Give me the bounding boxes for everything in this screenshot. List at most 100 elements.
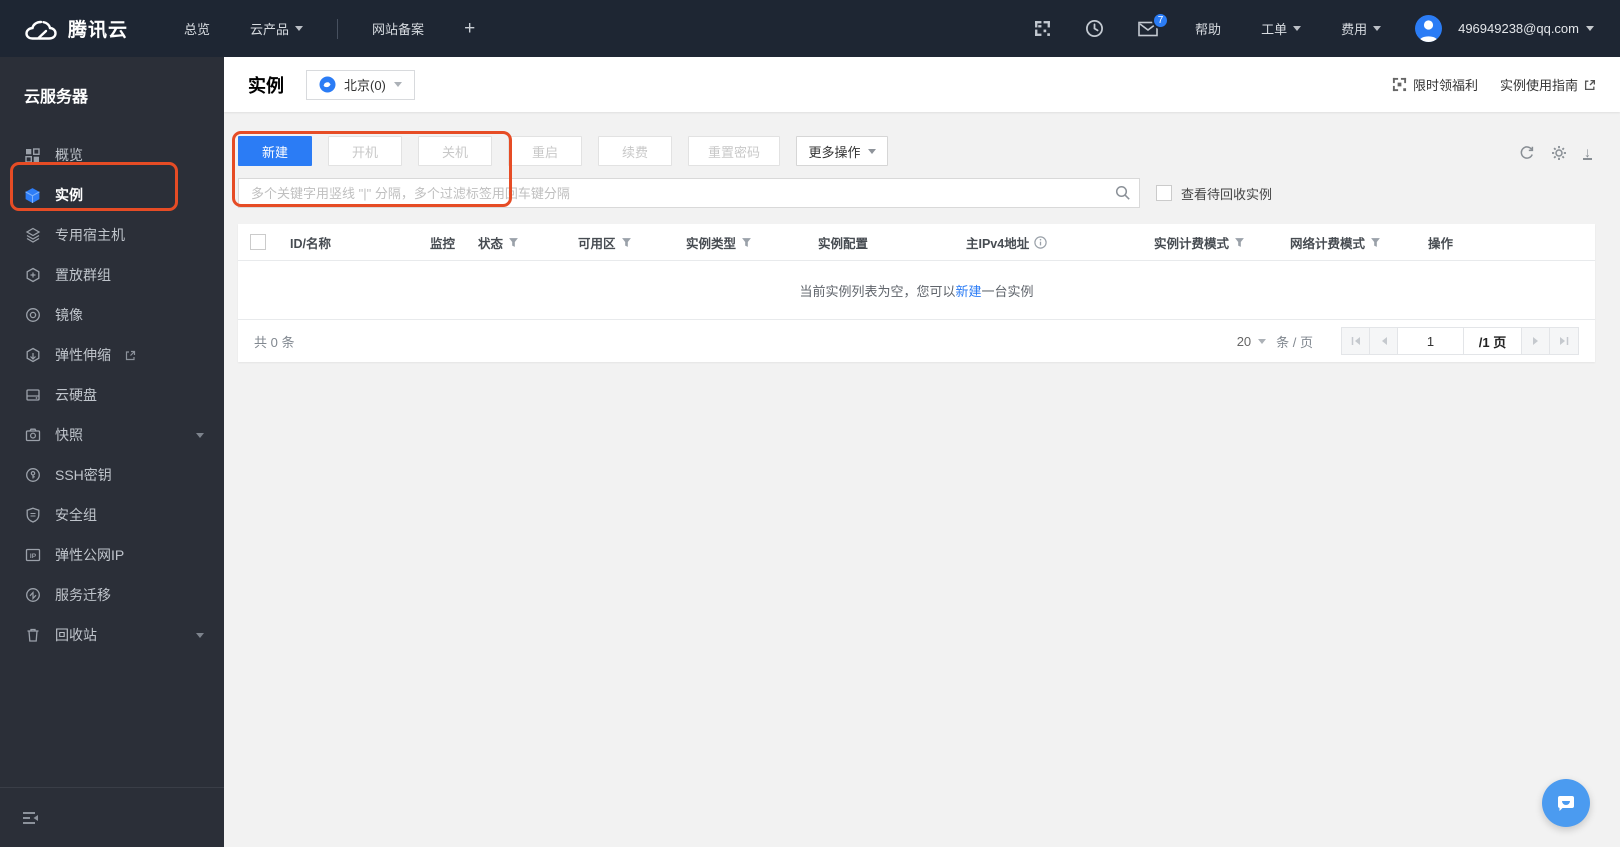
filter-funnel-icon[interactable] [1370,237,1381,248]
instance-cube-icon [24,187,41,204]
sidebar-item-label: 镜像 [55,307,83,323]
chevron-down-icon [295,26,304,31]
column-instance-type: 实例类型 [686,233,818,252]
nav-item-website-beian[interactable]: 网站备案 [372,19,424,38]
column-zone: 可用区 [578,233,686,252]
sidebar-item-label: 安全组 [55,507,97,523]
total-pages-label: /1 页 [1464,328,1522,354]
sidebar-item-label: 服务迁移 [55,587,111,603]
column-config: 实例配置 [818,236,869,251]
filter-funnel-icon[interactable] [1234,237,1245,248]
next-page-button[interactable] [1522,328,1550,354]
sidebar-item-overview[interactable]: 概览 [0,135,224,175]
chat-bubble-icon [1558,796,1574,811]
cloud-logo-icon [25,20,57,40]
sidebar-item-service-migration[interactable]: 服务迁移 [0,575,224,615]
download-icon[interactable]: ↓ [1583,145,1592,160]
sidebar-item-auto-scaling[interactable]: 弹性伸缩 [0,335,224,375]
messages-mail-icon[interactable]: 7 [1138,11,1170,37]
recycle-checkbox[interactable] [1156,185,1172,201]
restart-button[interactable]: 重启 [508,136,582,166]
nav-item-cloud-products[interactable]: 云产品 [250,19,304,38]
sidebar-menu: 概览 实例 专用宿主机 置放群组 镜像 弹性伸缩 云硬盘 快照 SSH密钥 安全… [0,135,224,655]
search-box [238,178,1140,208]
sidebar-item-cloud-disks[interactable]: 云硬盘 [0,375,224,415]
chevron-down-icon[interactable] [196,632,204,638]
nav-item-ticket[interactable]: 工单 [1261,19,1302,38]
sidebar-product-title: 云服务器 [24,89,89,106]
history-clock-icon[interactable] [1085,19,1104,38]
top-navbar: 腾讯云 总览 云产品 网站备案 + 7 帮助 工单 费用 496949238@q… [0,0,1620,57]
last-page-button[interactable] [1550,328,1578,354]
chevron-down-icon[interactable] [196,432,204,438]
column-id-name: ID/名称 [290,236,331,251]
user-avatar [1415,15,1443,42]
previous-page-button[interactable] [1370,328,1398,354]
cloud-disk-icon [24,387,41,404]
instance-table: ID/名称 监控 状态 可用区 实例类型 实例配置 主IPv4地址 实例计费模式… [238,224,1595,362]
refresh-icon[interactable] [1519,145,1535,161]
sidebar-item-dedicated-hosts[interactable]: 专用宿主机 [0,215,224,255]
sidebar-item-security-groups[interactable]: 安全组 [0,495,224,535]
eip-icon: IP [24,547,41,564]
first-page-button[interactable] [1342,328,1370,354]
sidebar-item-recycle-bin[interactable]: 回收站 [0,615,224,655]
chevron-down-icon [1586,26,1594,31]
sidebar-item-label: 回收站 [55,627,97,643]
nav-item-help[interactable]: 帮助 [1195,19,1221,38]
page-title: 实例 [248,75,284,96]
account-menu[interactable]: 496949238@qq.com [1415,15,1594,42]
filter-funnel-icon[interactable] [508,237,519,248]
reset-password-button[interactable]: 重置密码 [688,136,780,166]
brand-name: 腾讯云 [68,20,129,41]
power-on-button[interactable]: 开机 [328,136,402,166]
filter-funnel-icon[interactable] [621,237,632,248]
svg-text:IP: IP [29,553,36,560]
search-icon[interactable] [1115,185,1131,206]
sidebar-item-label: 置放群组 [55,267,111,283]
sidebar-item-label: 弹性伸缩 [55,347,111,363]
chat-support-button[interactable] [1542,779,1590,827]
qr-code-icon[interactable] [1034,20,1051,37]
current-page-input[interactable] [1398,328,1464,354]
sidebar-item-placement-groups[interactable]: 置放群组 [0,255,224,295]
sidebar-collapse-button[interactable] [0,787,224,847]
sidebar-item-instances[interactable]: 实例 [0,175,224,215]
search-row: 查看待回收实例 [238,178,1272,208]
instance-search-input[interactable] [238,178,1140,208]
nav-item-billing[interactable]: 费用 [1341,19,1382,38]
sidebar-item-label: SSH密钥 [55,467,112,483]
empty-create-link[interactable]: 新建 [955,281,981,300]
sidebar-item-elastic-public-ip[interactable]: IP 弹性公网IP [0,535,224,575]
qr-benefit-icon [1392,77,1407,92]
region-selector[interactable]: 北京(0) [306,69,415,100]
more-actions-button[interactable]: 更多操作 [796,136,888,166]
nav-add-shortcut-button[interactable]: + [464,18,475,40]
shutdown-button[interactable]: 关机 [418,136,492,166]
page-size-select[interactable]: 20 [1237,334,1267,349]
recycle-checkbox-label: 查看待回收实例 [1181,186,1273,202]
sidebar-item-label: 弹性公网IP [55,547,125,563]
empty-state-row: 当前实例列表为空，您可以 新建 一台实例 [238,261,1595,320]
column-network-billing: 网络计费模式 [1290,233,1428,252]
instance-guide-link[interactable]: 实例使用指南 [1500,75,1596,94]
limited-time-benefits-link[interactable]: 限时领福利 [1392,75,1478,94]
sidebar-item-label: 快照 [55,427,83,443]
table-tool-icons: ↓ [1519,145,1592,161]
settings-gear-icon[interactable] [1551,145,1567,161]
tencent-cloud-logo[interactable]: 腾讯云 [0,15,164,42]
sidebar-item-images[interactable]: 镜像 [0,295,224,335]
chevron-down-icon [1258,338,1267,344]
nav-item-overview[interactable]: 总览 [184,19,210,38]
info-icon[interactable] [1034,235,1047,249]
renew-button[interactable]: 续费 [598,136,672,166]
create-instance-button[interactable]: 新建 [238,136,312,166]
auto-scaling-icon [24,347,41,364]
sidebar-item-ssh-keys[interactable]: SSH密钥 [0,455,224,495]
sidebar-item-label: 实例 [55,187,83,203]
nav-divider [337,18,339,39]
filter-funnel-icon[interactable] [741,237,752,248]
column-ipv4: 主IPv4地址 [966,233,1154,252]
sidebar-item-snapshots[interactable]: 快照 [0,415,224,455]
select-all-checkbox[interactable] [250,234,266,250]
